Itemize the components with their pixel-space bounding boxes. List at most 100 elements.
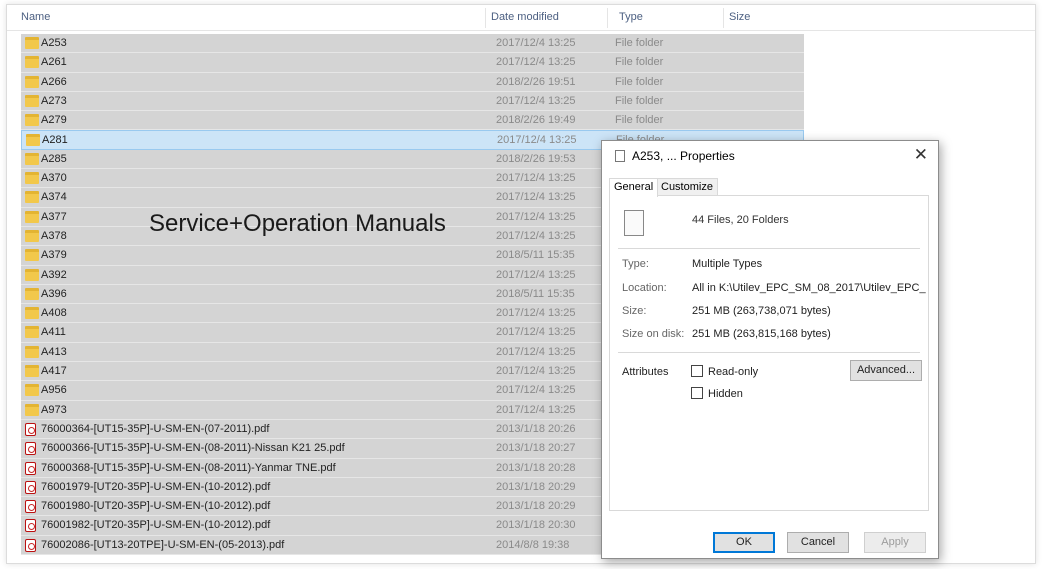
item-name: A417 <box>41 365 67 378</box>
folder-row[interactable]: A253 2017/12/4 13:25 File folder <box>21 34 804 54</box>
folder-icon <box>25 384 39 397</box>
item-date-modified: 2013/1/18 20:30 <box>496 519 576 532</box>
item-date-modified: 2018/2/26 19:51 <box>496 75 576 88</box>
item-date-modified: 2018/2/26 19:53 <box>496 152 576 165</box>
item-name: A266 <box>41 75 67 88</box>
item-name: A281 <box>42 134 68 147</box>
item-type: File folder <box>615 56 664 69</box>
item-date-modified: 2017/12/4 13:25 <box>496 56 576 69</box>
pdf-file-icon <box>25 422 36 436</box>
tab-general[interactable]: General <box>609 178 659 197</box>
folder-icon <box>25 249 39 262</box>
folder-icon <box>25 210 39 223</box>
item-date-modified: 2017/12/4 13:25 <box>496 172 576 185</box>
folder-row[interactable]: A266 2018/2/26 19:51 File folder <box>21 72 804 92</box>
tab-customize[interactable]: Customize <box>656 178 718 196</box>
ok-button[interactable]: OK <box>713 532 775 553</box>
apply-button[interactable]: Apply <box>864 532 926 553</box>
item-date-modified: 2013/1/18 20:29 <box>496 500 576 513</box>
item-name: A374 <box>41 191 67 204</box>
item-name: A408 <box>41 307 67 320</box>
column-name-header[interactable]: Name <box>21 11 50 23</box>
pdf-file-icon <box>25 461 36 475</box>
pdf-file-icon <box>25 500 36 514</box>
item-date-modified: 2017/12/4 13:25 <box>496 403 576 416</box>
item-name: A279 <box>41 114 67 127</box>
size-label: Size: <box>622 305 647 317</box>
item-type: File folder <box>615 75 664 88</box>
folder-row[interactable]: A261 2017/12/4 13:25 File folder <box>21 53 804 73</box>
folder-icon <box>25 94 39 107</box>
item-name: 76001982-[UT20-35P]-U-SM-EN-(10-2012).pd… <box>41 519 271 532</box>
item-name: 76001979-[UT20-35P]-U-SM-EN-(10-2012).pd… <box>41 480 271 493</box>
item-date-modified: 2017/12/4 13:25 <box>496 345 576 358</box>
folder-icon <box>25 307 39 320</box>
item-date-modified: 2013/1/18 20:27 <box>496 442 576 455</box>
overlay-caption: Service+Operation Manuals <box>149 210 446 237</box>
type-label: Type: <box>622 258 649 270</box>
folder-row[interactable]: A273 2017/12/4 13:25 File folder <box>21 91 804 112</box>
item-date-modified: 2017/12/4 13:25 <box>496 326 576 339</box>
multiple-files-icon <box>624 206 651 236</box>
cancel-button[interactable]: Cancel <box>787 532 849 553</box>
column-size-header[interactable]: Size <box>729 11 750 23</box>
item-name: A253 <box>41 37 67 49</box>
item-date-modified: 2017/12/4 13:25 <box>496 191 576 204</box>
item-name: A973 <box>41 403 67 416</box>
column-divider[interactable] <box>485 8 486 28</box>
pdf-file-icon <box>25 538 36 552</box>
pdf-file-icon <box>25 442 36 456</box>
folder-icon <box>25 75 39 88</box>
item-date-modified: 2018/5/11 15:35 <box>496 287 575 300</box>
column-date-header[interactable]: Date modified <box>491 11 559 23</box>
advanced-button[interactable]: Advanced... <box>850 360 922 381</box>
item-name: 76002086-[UT13-20TPE]-U-SM-EN-(05-2013).… <box>41 538 285 551</box>
folder-icon <box>25 229 39 242</box>
item-name: 76001980-[UT20-35P]-U-SM-EN-(10-2012).pd… <box>41 500 271 513</box>
item-date-modified: 2013/1/18 20:29 <box>496 480 576 493</box>
column-type-header[interactable]: Type <box>619 11 643 23</box>
attributes-label: Attributes <box>622 366 669 378</box>
item-type: File folder <box>615 94 664 107</box>
close-icon[interactable]: ✕ <box>914 145 928 165</box>
pdf-file-icon <box>25 519 36 533</box>
dialog-title-bar: A253, ... Properties ✕ <box>602 141 938 171</box>
item-name: A285 <box>41 152 67 165</box>
hidden-label[interactable]: Hidden <box>708 388 743 400</box>
column-divider[interactable] <box>723 8 724 28</box>
item-date-modified: 2017/12/4 13:25 <box>496 94 576 107</box>
item-date-modified: 2017/12/4 13:25 <box>496 210 576 223</box>
item-date-modified: 2017/12/4 13:25 <box>497 134 577 147</box>
folder-row[interactable]: A279 2018/2/26 19:49 File folder <box>21 111 804 131</box>
folder-icon <box>25 403 39 416</box>
folder-icon <box>25 287 39 300</box>
item-name: A413 <box>41 345 67 358</box>
folder-icon <box>25 268 39 281</box>
item-type: File folder <box>615 37 664 49</box>
item-name: A392 <box>41 268 67 281</box>
item-date-modified: 2014/8/8 19:38 <box>496 538 570 551</box>
hidden-checkbox[interactable] <box>691 387 703 399</box>
folder-icon <box>25 172 39 185</box>
column-divider[interactable] <box>607 8 608 28</box>
item-date-modified: 2017/12/4 13:25 <box>496 365 576 378</box>
item-name: A377 <box>41 210 67 223</box>
item-name: A411 <box>41 326 66 339</box>
folder-icon <box>25 326 39 339</box>
item-date-modified: 2017/12/4 13:25 <box>496 307 576 320</box>
item-name: A261 <box>41 56 67 69</box>
column-header-bar: Name Date modified Type Size <box>7 5 1035 31</box>
read-only-checkbox[interactable] <box>691 365 703 377</box>
location-label: Location: <box>622 282 667 294</box>
multiple-files-icon <box>615 147 628 162</box>
item-name: 76000368-[UT15-35P]-U-SM-EN-(08-2011)-Ya… <box>41 461 336 474</box>
properties-dialog: A253, ... Properties ✕ General Customize… <box>601 140 939 559</box>
item-name: A370 <box>41 172 67 185</box>
read-only-label[interactable]: Read-only <box>708 366 758 378</box>
general-panel: 44 Files, 20 Folders Type: Multiple Type… <box>609 195 929 511</box>
item-name: 76000364-[UT15-35P]-U-SM-EN-(07-2011).pd… <box>41 422 270 435</box>
folder-icon <box>25 56 39 69</box>
type-value: Multiple Types <box>692 258 763 270</box>
size-value: 251 MB (263,738,071 bytes) <box>692 305 831 317</box>
item-date-modified: 2013/1/18 20:26 <box>496 422 576 435</box>
